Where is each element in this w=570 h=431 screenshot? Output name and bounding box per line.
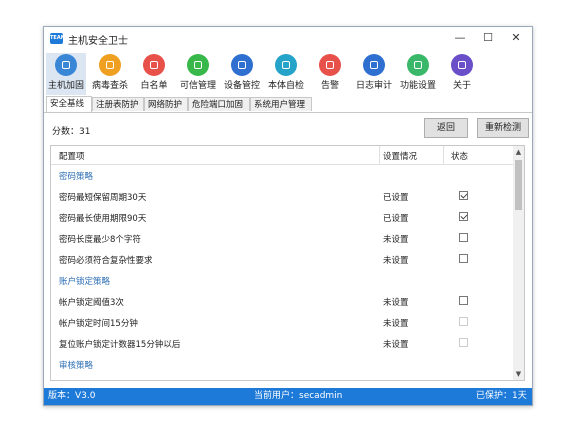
- category-row: 审核策略: [51, 354, 514, 375]
- app-logo: TEAM: [50, 33, 66, 44]
- item-label: 密码长度最少8个字符: [59, 235, 141, 245]
- version-label: 版本：V3.0: [48, 391, 96, 401]
- toolbar-button[interactable]: 白名单: [134, 53, 174, 95]
- table-row[interactable]: 密码最长使用期限90天 已设置: [51, 207, 514, 228]
- toolbar-button[interactable]: 功能设置: [398, 53, 438, 95]
- trust-icon: [187, 54, 209, 76]
- whitelist-icon: [143, 54, 165, 76]
- status-checkbox: [459, 338, 468, 347]
- baseline-table: 配置项 设置情况 状态 密码策略 密码最短保留周期30天 已设置 密码最长使用期限90…: [50, 145, 525, 381]
- toolbar-button[interactable]: 病毒查杀: [90, 53, 130, 95]
- setting-value: 未设置: [383, 319, 409, 329]
- setting-value: 未设置: [383, 256, 409, 266]
- scroll-up-icon[interactable]: ▲: [513, 146, 524, 158]
- current-user-label: 当前用户：secadmin: [254, 391, 343, 401]
- table-row[interactable]: 帐户锁定阈值3次 未设置: [51, 291, 514, 312]
- table-header: 配置项 设置情况 状态: [51, 146, 514, 165]
- window-title: 主机安全卫士: [68, 36, 128, 47]
- table-row[interactable]: 密码最短保留周期30天 已设置: [51, 186, 514, 207]
- category-label: 密码策略: [59, 172, 94, 182]
- scroll-down-icon[interactable]: ▼: [513, 368, 524, 380]
- score-label: 分数：31: [52, 127, 91, 137]
- toolbar-button-label: 关于: [452, 81, 471, 91]
- table-row[interactable]: 密码必须符合复杂性要求 未设置: [51, 249, 514, 270]
- maximize-button[interactable]: ☐: [476, 29, 500, 47]
- status-checkbox: [459, 317, 468, 326]
- toolbar-button[interactable]: 本体自检: [266, 53, 306, 95]
- header-item: 配置项: [59, 152, 85, 162]
- table-row[interactable]: 复位账户锁定计数器15分钟以后 未设置: [51, 333, 514, 354]
- table-row[interactable]: 密码长度最少8个字符 未设置: [51, 228, 514, 249]
- status-checkbox[interactable]: [459, 254, 468, 263]
- item-label: 审核策略更改（成功、失败）: [59, 380, 170, 381]
- toolbar: 主机加固 病毒查杀 白名单 可信管理 设备管控 本体自检 告警 日志审计 功能设置关于: [44, 51, 532, 95]
- tab-bar: 安全基线 注册表防护 网络防护 危险端口加固 系统用户管理: [44, 95, 532, 113]
- status-checkbox[interactable]: [459, 380, 468, 381]
- close-button[interactable]: ✕: [504, 29, 528, 47]
- category-row: 密码策略: [51, 165, 514, 186]
- setting-value: 未设置: [383, 298, 409, 308]
- header-setting: 设置情况: [383, 152, 418, 162]
- info-icon: [451, 54, 473, 76]
- toolbar-button[interactable]: 告警: [310, 53, 350, 95]
- setting-value: 未设置: [383, 340, 409, 350]
- title-bar: TEAM 主机安全卫士 — ☐ ✕: [44, 27, 532, 51]
- settings-icon: [407, 54, 429, 76]
- setting-value: 已设置: [383, 214, 409, 224]
- column-divider: [379, 146, 380, 164]
- device-icon: [231, 54, 253, 76]
- status-checkbox[interactable]: [459, 296, 468, 305]
- item-label: 复位账户锁定计数器15分钟以后: [59, 340, 181, 350]
- status-checkbox[interactable]: [459, 233, 468, 242]
- item-label: 帐户锁定阈值3次: [59, 298, 124, 308]
- vertical-scrollbar[interactable]: ▲ ▼: [513, 146, 524, 380]
- toolbar-button[interactable]: 关于: [442, 53, 482, 95]
- virus-icon: [99, 54, 121, 76]
- selfcheck-icon: [275, 54, 297, 76]
- item-label: 密码必须符合复杂性要求: [59, 256, 153, 266]
- table-row[interactable]: 审核策略更改（成功、失败） 未设置: [51, 375, 514, 381]
- setting-value: 已设置: [383, 193, 409, 203]
- header-status: 状态: [451, 152, 469, 162]
- tab[interactable]: 注册表防护: [92, 97, 144, 111]
- item-label: 帐户锁定时间15分钟: [59, 319, 138, 329]
- tab[interactable]: 安全基线: [46, 96, 92, 112]
- shield-icon: [55, 54, 77, 76]
- table-row[interactable]: 帐户锁定时间15分钟 未设置: [51, 312, 514, 333]
- toolbar-button[interactable]: 设备管控: [222, 53, 262, 95]
- back-button[interactable]: 返回: [424, 118, 468, 138]
- category-label: 审核策略: [59, 361, 94, 371]
- toolbar-button[interactable]: 可信管理: [178, 53, 218, 95]
- main-window: TEAM 主机安全卫士 — ☐ ✕ 主机加固 病毒查杀 白名单 可信管理 设备管控 本体自…: [43, 26, 533, 406]
- item-label: 密码最短保留周期30天: [59, 193, 147, 203]
- scroll-thumb[interactable]: [515, 160, 522, 210]
- minimize-button[interactable]: —: [448, 29, 472, 47]
- toolbar-button[interactable]: 主机加固: [46, 53, 86, 95]
- item-label: 密码最长使用期限90天: [59, 214, 147, 224]
- tab[interactable]: 系统用户管理: [250, 97, 312, 111]
- log-icon: [363, 54, 385, 76]
- setting-value: 未设置: [383, 235, 409, 245]
- recheck-button[interactable]: 重新检测: [477, 118, 529, 138]
- protected-days-label: 已保护：1天: [476, 391, 527, 401]
- tab[interactable]: 危险端口加固: [188, 97, 250, 111]
- status-bar: 版本：V3.0 当前用户：secadmin 已保护：1天: [44, 388, 532, 405]
- category-row: 账户锁定策略: [51, 270, 514, 291]
- tab[interactable]: 网络防护: [144, 97, 188, 111]
- column-divider: [443, 146, 444, 164]
- alarm-icon: [319, 54, 341, 76]
- status-checkbox[interactable]: [459, 191, 468, 200]
- toolbar-button[interactable]: 日志审计: [354, 53, 394, 95]
- category-label: 账户锁定策略: [59, 277, 111, 287]
- status-checkbox[interactable]: [459, 212, 468, 221]
- setting-value: 未设置: [383, 380, 409, 381]
